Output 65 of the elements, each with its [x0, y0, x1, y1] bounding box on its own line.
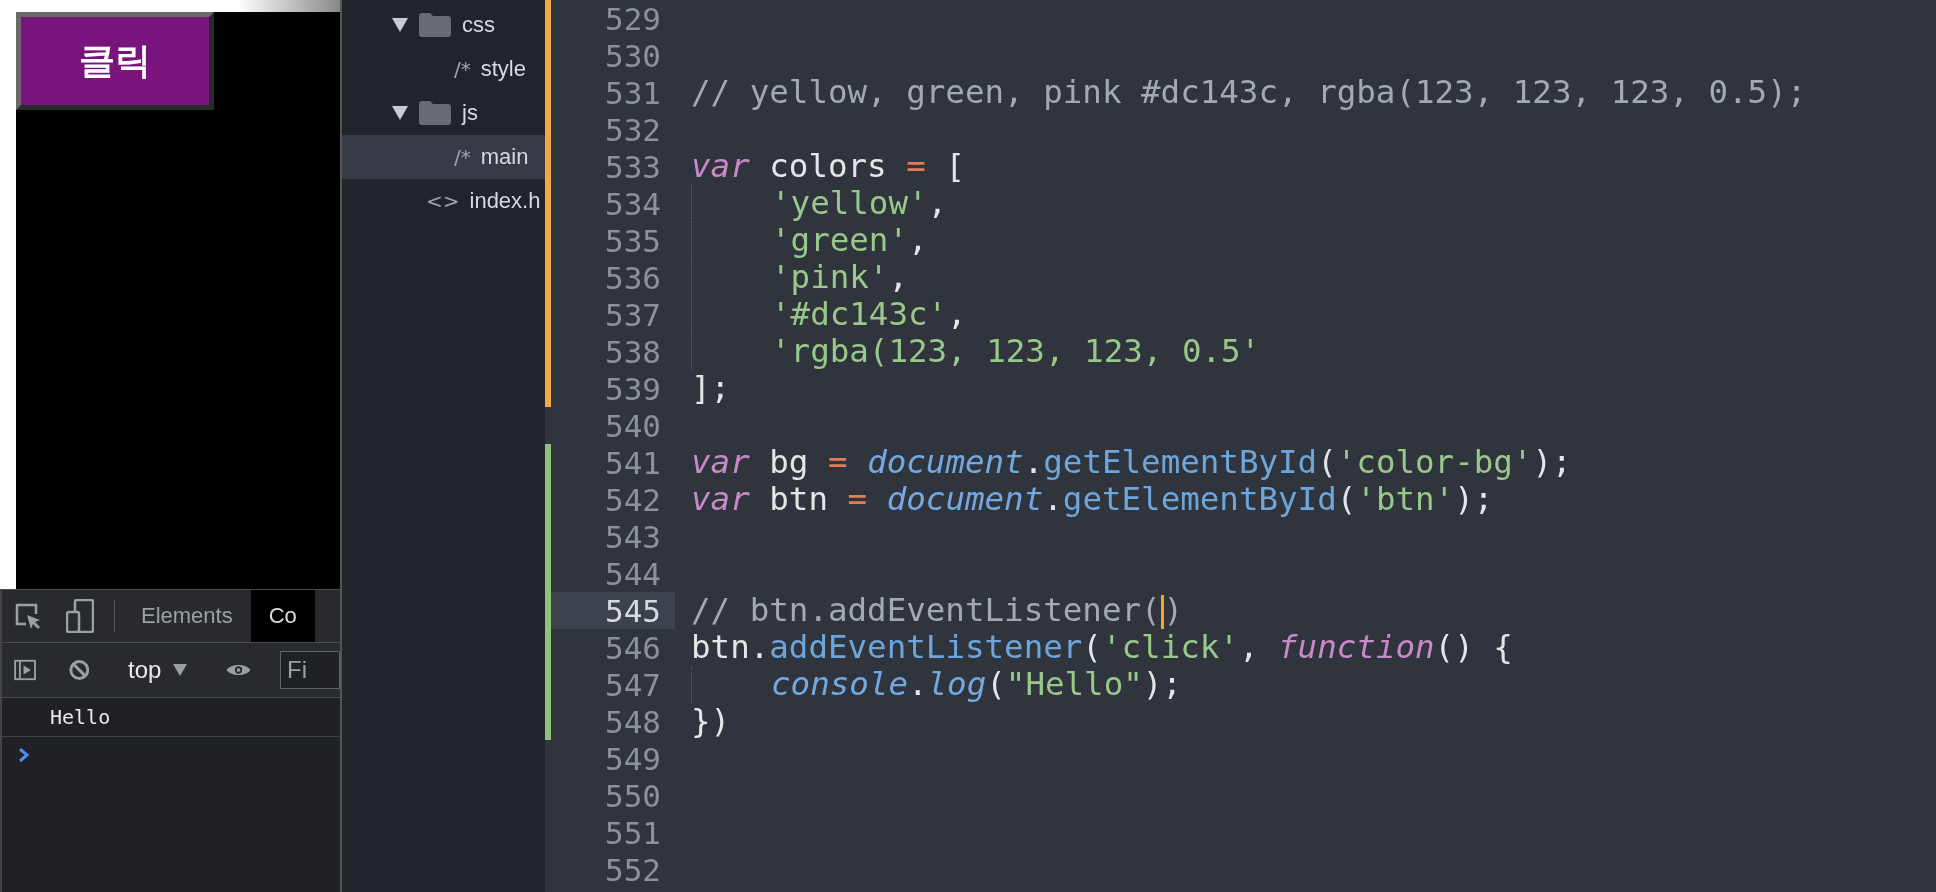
- current-line-number: 545: [551, 592, 675, 629]
- context-selector[interactable]: top: [118, 656, 198, 684]
- code-line: 'pink',: [691, 259, 908, 296]
- selected-tree-row[interactable]: /* main: [342, 135, 545, 179]
- code-line: ];: [691, 370, 731, 407]
- device-icon[interactable]: [66, 599, 94, 633]
- code-line: 'rgba(123, 123, 123, 0.5': [691, 333, 1261, 370]
- devtools-tab[interactable]: Elements: [123, 590, 251, 642]
- line-number: 549: [604, 740, 662, 777]
- code-line: 'yellow',: [691, 185, 948, 222]
- code-line: '#dc143c',: [691, 296, 967, 333]
- line-number: 546: [604, 629, 662, 666]
- console-message: Hello: [50, 705, 111, 729]
- code-line: var btn = document.getElementById('btn');: [691, 481, 1494, 518]
- code-line: console.log("Hello");: [691, 666, 1182, 703]
- tree-row[interactable]: <> index.h: [342, 179, 545, 223]
- line-number: 547: [604, 666, 662, 703]
- code-comment: // btn.addEventListener(): [691, 592, 1184, 629]
- devtools-tab[interactable]: Co: [250, 590, 315, 642]
- line-number: 537: [604, 296, 662, 333]
- file-name: index.h: [469, 188, 541, 214]
- tree-row[interactable]: js: [342, 91, 545, 135]
- line-number: 533: [604, 148, 662, 185]
- folder-icon: [418, 12, 452, 38]
- code-line: var colors = [: [691, 148, 965, 185]
- tree-row[interactable]: /* style: [342, 47, 545, 91]
- line-number: 543: [604, 518, 662, 555]
- line-number: 529: [604, 0, 662, 37]
- folder-name: js: [462, 100, 478, 126]
- line-number: 531: [604, 74, 662, 111]
- line-number: 532: [604, 111, 662, 148]
- dropdown-caret-icon: [173, 664, 188, 676]
- file-name: style: [480, 56, 526, 82]
- code-comment: // yellow, green, pink #dc143c, rgba(123, 123, 123, 0.5);: [691, 74, 1807, 111]
- file-type-icon: /*: [454, 145, 471, 169]
- line-number: 548: [604, 703, 662, 740]
- code-line: btn.addEventListener('click', function() {: [691, 629, 1513, 666]
- file-name: main: [480, 144, 529, 170]
- file-type-icon: /*: [454, 57, 471, 81]
- filter-field[interactable]: Fi: [280, 651, 340, 689]
- line-number: 530: [604, 37, 662, 74]
- folder-name: css: [462, 12, 495, 38]
- prompt-chevron-icon: [18, 747, 30, 763]
- code-line: var bg = document.getElementById('color-bg');: [691, 444, 1572, 481]
- line-number: 535: [604, 222, 662, 259]
- line-number: 539: [604, 370, 662, 407]
- code-line: 'green',: [691, 222, 928, 259]
- line-number: 544: [604, 555, 662, 592]
- click-button[interactable]: 클릭: [16, 12, 214, 110]
- line-number: 538: [604, 333, 662, 370]
- tree-row[interactable]: css: [342, 3, 545, 47]
- line-number: 541: [604, 444, 662, 481]
- line-number: 534: [604, 185, 662, 222]
- line-number: 551: [604, 814, 662, 851]
- file-type-icon: <>: [426, 189, 460, 213]
- line-number: 542: [604, 481, 662, 518]
- line-number: 552: [604, 851, 662, 888]
- line-number: 540: [604, 407, 662, 444]
- line-number: 550: [604, 777, 662, 814]
- folder-icon: [418, 100, 452, 126]
- expanded-caret-icon[interactable]: [392, 105, 408, 121]
- line-number: 536: [604, 259, 662, 296]
- code-line: }): [691, 703, 731, 740]
- expanded-caret-icon[interactable]: [392, 17, 408, 33]
- inspect-icon[interactable]: [14, 602, 42, 630]
